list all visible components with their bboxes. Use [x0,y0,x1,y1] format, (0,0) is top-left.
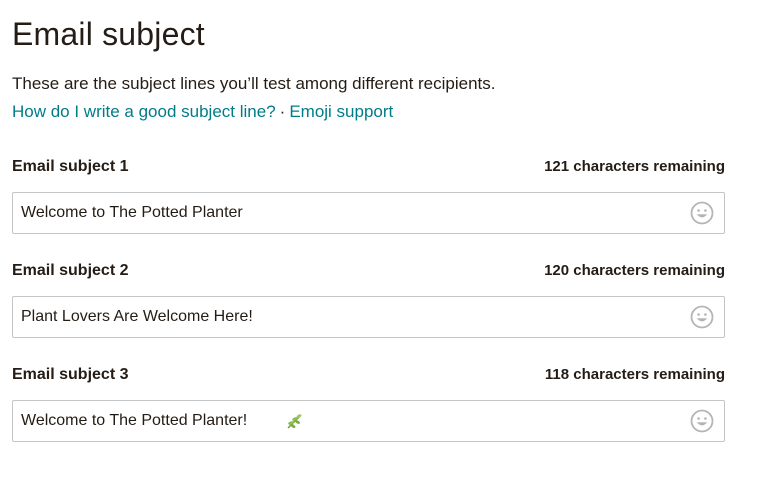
characters-remaining: 121 characters remaining [544,158,725,175]
subject-input-box [12,400,725,442]
smiley-face-icon[interactable] [690,201,714,225]
subject-input-3[interactable] [13,401,671,441]
characters-remaining: 118 characters remaining [544,366,725,383]
email-subject-section: Email subject These are the subject line… [0,0,764,490]
field-header: Email subject 1 121 characters remaining [12,158,725,180]
smiley-face-icon[interactable] [690,305,714,329]
help-links: How do I write a good subject line? · Emoj… [12,98,764,126]
subject-input-box [12,192,725,234]
subject-line-help-link[interactable]: How do I write a good subject line? [12,102,276,121]
emoji-support-link[interactable]: Emoji support [289,102,393,121]
section-description: These are the subject lines you’ll test … [12,74,496,93]
subject-input-box [12,296,725,338]
link-separator: · [279,102,286,121]
characters-remaining: 120 characters remaining [544,262,725,279]
field-label: Email subject 3 [12,366,129,383]
field-label: Email subject 1 [12,158,129,175]
smiley-face-icon[interactable] [690,409,714,433]
email-subject-field-3: Email subject 3 118 characters remaining [12,366,725,442]
subject-input-2[interactable] [13,297,671,337]
field-header: Email subject 3 118 characters remaining [12,366,725,388]
email-subject-field-1: Email subject 1 121 characters remaining [12,158,725,234]
herb-emoji-icon [287,414,302,429]
page-title: Email subject [12,16,205,52]
subject-input-1[interactable] [13,193,671,233]
email-subject-field-2: Email subject 2 120 characters remaining [12,262,725,338]
field-label: Email subject 2 [12,262,129,279]
field-header: Email subject 2 120 characters remaining [12,262,725,284]
